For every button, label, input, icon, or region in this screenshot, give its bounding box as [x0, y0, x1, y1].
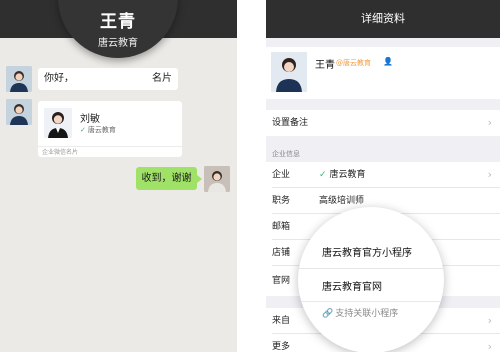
chat-contact-org: 唐云教育 — [98, 38, 138, 49]
remark-row[interactable]: 设置备注 › — [266, 110, 500, 136]
reply-message[interactable]: 收到，谢谢 — [136, 167, 202, 190]
person-photo-icon — [6, 99, 32, 125]
avatar[interactable] — [6, 66, 32, 92]
info-row-company[interactable]: 企业 ✓ 唐云教育 › — [266, 162, 500, 188]
remark-label: 设置备注 — [272, 118, 309, 128]
link-icon: 🔗 — [322, 309, 334, 319]
card-photo — [44, 108, 72, 138]
row-label: 企业 — [272, 170, 291, 180]
row-label: 店铺 — [272, 248, 291, 258]
business-card-message[interactable]: 刘敏 ✓ 唐云教育 企业微信名片 — [38, 101, 182, 157]
chat-message[interactable]: 你好， 名片 — [38, 68, 178, 90]
divider — [298, 301, 444, 302]
associate-mini-program-text: 支持关联小程序 — [335, 309, 399, 319]
row-label: 来自 — [272, 316, 291, 326]
row-label: 职务 — [272, 196, 291, 206]
chevron-right-icon: › — [487, 116, 492, 129]
self-avatar[interactable] — [204, 166, 230, 192]
row-label: 邮箱 — [272, 222, 291, 232]
card-footer: 企业微信名片 — [38, 146, 182, 157]
person-photo-icon — [44, 108, 72, 138]
person-icon: 👤 — [383, 57, 393, 66]
chat-contact-name[interactable]: 王青 — [58, 7, 178, 32]
detail-title: 详细资料 — [266, 0, 500, 38]
chevron-right-icon: › — [487, 340, 492, 352]
person-photo-icon — [204, 166, 230, 192]
section-title: 企业信息 — [272, 150, 300, 158]
profile-name: 王青 — [315, 60, 335, 71]
card-org-text: 唐云教育 — [87, 126, 116, 134]
chevron-right-icon: › — [487, 168, 492, 181]
header-magnifier: 王青 唐云教育 — [58, 0, 178, 58]
row-label: 更多 — [272, 342, 291, 352]
profile-photo[interactable] — [271, 52, 307, 92]
shield-check-icon: ✓ — [319, 170, 327, 180]
row-value: ✓ 唐云教育 — [319, 162, 366, 188]
message-fade — [74, 68, 134, 90]
person-photo-icon — [6, 66, 32, 92]
profile-card[interactable]: 王青 @唐云教育 👤 — [266, 47, 500, 99]
website-link[interactable]: 唐云教育官网 — [322, 278, 382, 293]
mini-program-link[interactable]: 唐云教育官方小程序 — [322, 244, 412, 259]
chat-message-text-start: 你好， — [44, 73, 74, 84]
row-label: 官网 — [272, 276, 291, 286]
chat-message-text-end: 名片 — [152, 73, 172, 84]
verified-icon: ✓ — [80, 126, 86, 134]
avatar[interactable] — [6, 99, 32, 125]
card-org: ✓ 唐云教育 — [80, 125, 116, 135]
person-photo-icon — [271, 52, 307, 92]
screenshot-root: 王青 唐云教育 你好， 名片 刘敏 ✓ 唐云教育 企业微信名片 收到，谢谢 详细… — [0, 0, 500, 352]
card-name: 刘敏 — [80, 114, 100, 125]
profile-org: @唐云教育 — [336, 59, 371, 67]
chevron-right-icon: › — [487, 314, 492, 327]
magnifier-overlay: 唐云教育官方小程序 唐云教育官网 🔗 支持关联小程序 — [298, 207, 444, 352]
associate-mini-program[interactable]: 🔗 支持关联小程序 — [322, 306, 398, 319]
company-value-text: 唐云教育 — [329, 170, 366, 180]
chat-screen: 王青 唐云教育 你好， 名片 刘敏 ✓ 唐云教育 企业微信名片 收到，谢谢 — [0, 0, 237, 352]
divider — [298, 268, 444, 269]
